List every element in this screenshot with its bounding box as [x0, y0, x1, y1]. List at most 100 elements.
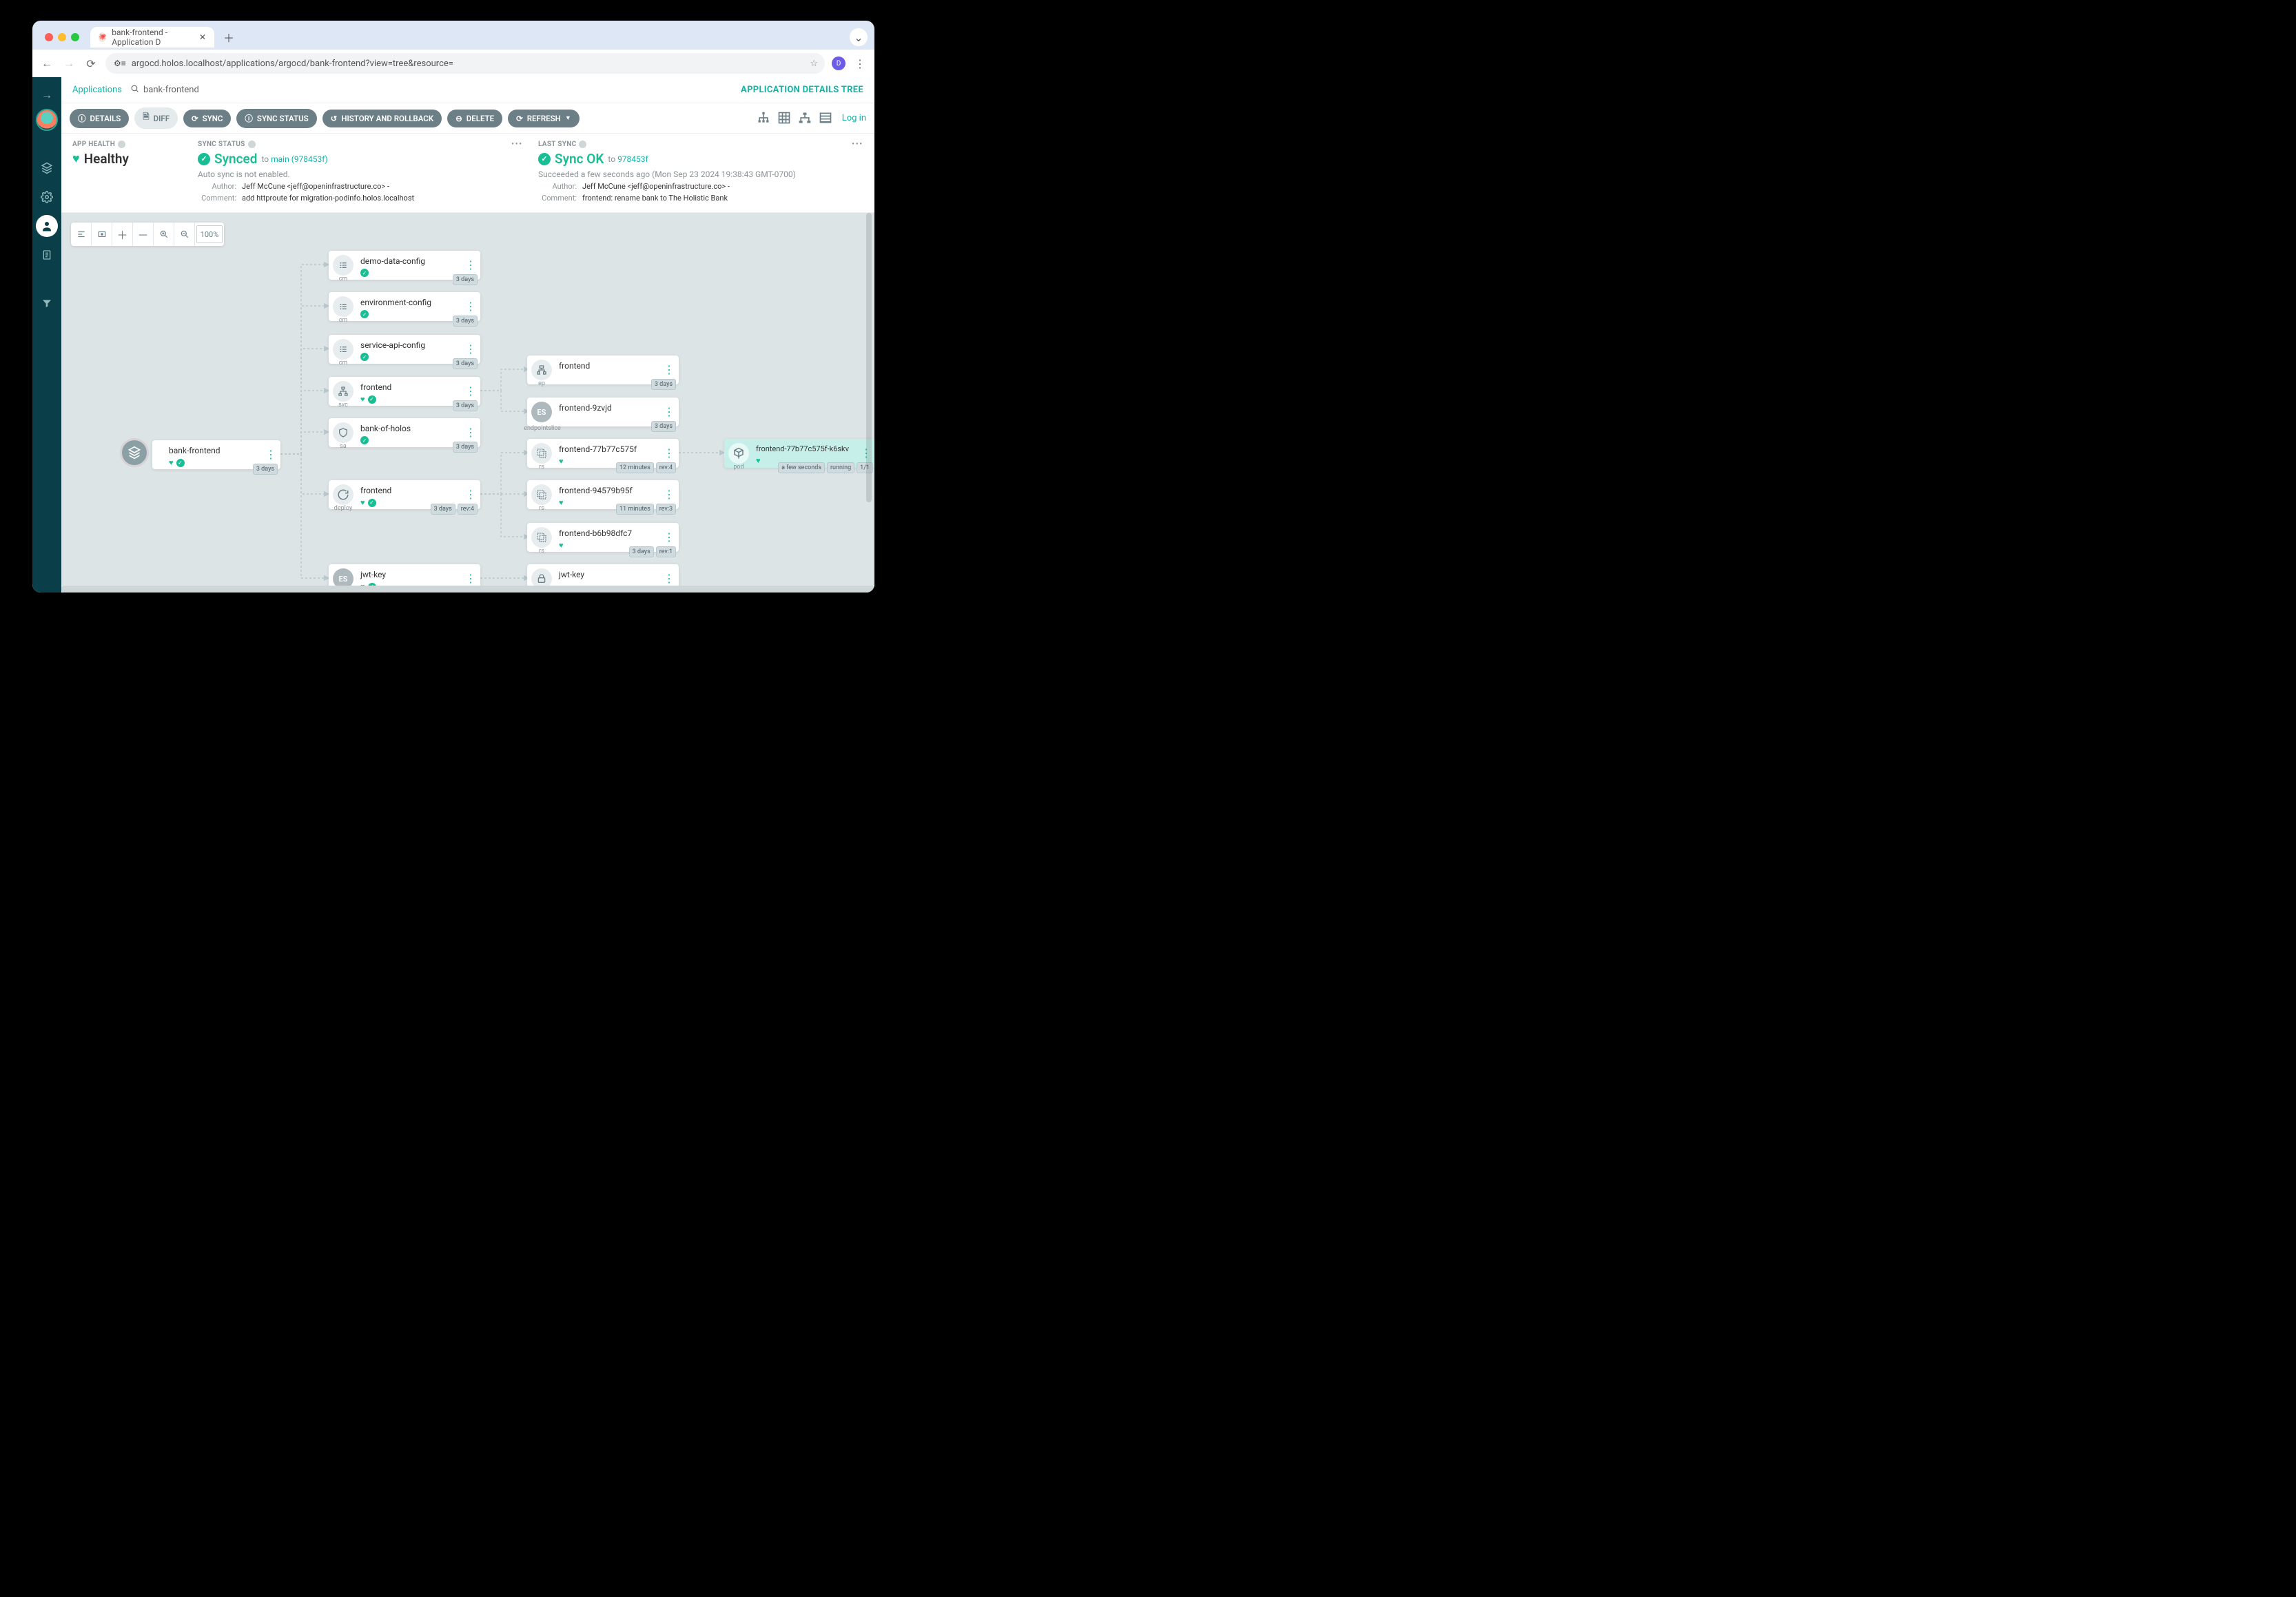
- node-service[interactable]: svc frontend♥✓ ⋮ 3 days: [329, 377, 480, 406]
- browser-tab[interactable]: 🐙 bank-frontend - Application D ✕: [90, 27, 214, 48]
- sync-status-button[interactable]: ⓘSYNC STATUS: [236, 109, 316, 128]
- zoom-out-lens-icon[interactable]: [174, 223, 195, 246]
- node-menu-icon[interactable]: ⋮: [664, 493, 675, 496]
- last-sync-panel: LAST SYNC••• ✓Sync OK to 978453f Succeed…: [538, 141, 863, 203]
- zoom-toolbar: ＋ － 100%: [71, 223, 224, 246]
- node-pod[interactable]: pod frontend-77b77c575f-k6skv♥ ⋮ a few s…: [724, 439, 874, 468]
- view-tree-icon[interactable]: [757, 111, 772, 126]
- action-toolbar: ⓘDETAILS 🗎DIFF ⟳SYNC ⓘSYNC STATUS ↺HISTO…: [61, 103, 874, 134]
- expand-sidenav-icon[interactable]: →: [41, 88, 52, 102]
- node-menu-icon[interactable]: ⋮: [664, 452, 675, 455]
- node-menu-icon[interactable]: ⋮: [465, 348, 476, 351]
- info-icon[interactable]: [248, 141, 256, 148]
- diff-button[interactable]: 🗎DIFF: [134, 107, 178, 129]
- heart-icon: ♥: [559, 498, 564, 507]
- node-menu-icon[interactable]: ⋮: [664, 577, 675, 580]
- node-menu-icon[interactable]: ⋮: [465, 264, 476, 267]
- check-icon: ✓: [538, 153, 551, 165]
- pod-icon: [728, 443, 749, 464]
- address-input[interactable]: ⚙︎≡ argocd.holos.localhost/applications/…: [105, 53, 825, 74]
- node-menu-icon[interactable]: ⋮: [664, 369, 675, 371]
- panel-menu-icon[interactable]: •••: [511, 141, 523, 148]
- last-sync-revision-link[interactable]: 978453f: [617, 154, 648, 164]
- zoom-out-button[interactable]: －: [133, 223, 154, 246]
- health-panel: APP HEALTH ♥Healthy: [72, 141, 183, 203]
- login-link[interactable]: Log in: [842, 113, 866, 123]
- refresh-button[interactable]: ⟳REFRESH▼: [508, 110, 580, 127]
- node-configmap[interactable]: cm demo-data-config✓ ⋮ 3 days: [329, 251, 480, 280]
- breadcrumb-root[interactable]: Applications: [72, 85, 122, 95]
- nav-filter-icon[interactable]: [36, 292, 58, 314]
- view-grid-icon[interactable]: [777, 111, 792, 126]
- check-icon: ✓: [198, 153, 210, 165]
- back-button[interactable]: ←: [39, 56, 54, 71]
- node-menu-icon[interactable]: ⋮: [664, 411, 675, 413]
- close-tab-icon[interactable]: ✕: [199, 32, 206, 42]
- node-serviceaccount[interactable]: sa bank-of-holos✓ ⋮ 3 days: [329, 418, 480, 447]
- nav-docs-icon[interactable]: [36, 244, 58, 266]
- breadcrumb-bar: Applications bank-frontend APPLICATION D…: [61, 77, 874, 103]
- forward-button[interactable]: →: [61, 56, 76, 71]
- node-menu-icon[interactable]: ⋮: [465, 305, 476, 308]
- panel-menu-icon[interactable]: •••: [852, 141, 863, 148]
- node-replicaset[interactable]: rs frontend-77b77c575f♥ ⋮ 12 minutesrev:…: [527, 439, 679, 468]
- horizontal-scrollbar[interactable]: [61, 586, 874, 593]
- info-icon[interactable]: [579, 141, 586, 148]
- node-menu-icon[interactable]: ⋮: [465, 431, 476, 434]
- history-button[interactable]: ↺HISTORY AND ROLLBACK: [322, 110, 442, 127]
- view-network-icon[interactable]: [798, 111, 813, 126]
- node-replicaset[interactable]: rs frontend-b6b98dfc7♥ ⋮ 3 daysrev:1: [527, 523, 679, 552]
- details-button[interactable]: ⓘDETAILS: [70, 109, 129, 128]
- sync-revision-link[interactable]: main (978453f): [271, 154, 328, 164]
- node-menu-icon[interactable]: ⋮: [465, 493, 476, 496]
- profile-avatar[interactable]: D: [832, 56, 845, 70]
- nav-user-icon[interactable]: [36, 215, 58, 237]
- synced-icon: ✓: [176, 459, 185, 467]
- url-text: argocd.holos.localhost/applications/argo…: [132, 59, 453, 69]
- bookmark-star-icon[interactable]: ☆: [810, 59, 818, 69]
- sync-button[interactable]: ⟳SYNC: [183, 110, 231, 127]
- endpoints-icon: [531, 360, 552, 380]
- zoom-in-button[interactable]: ＋: [112, 223, 133, 246]
- tabs-overflow-button[interactable]: ⌄: [850, 28, 868, 46]
- vertical-scrollbar[interactable]: [866, 213, 872, 593]
- node-menu-icon[interactable]: ⋮: [265, 453, 276, 456]
- site-settings-icon[interactable]: ⚙︎≡: [114, 59, 126, 68]
- search-icon: [130, 84, 139, 96]
- chrome-menu-icon[interactable]: ⋮: [852, 56, 868, 71]
- zoom-level[interactable]: 100%: [196, 225, 223, 243]
- fit-screen-icon[interactable]: [92, 223, 112, 246]
- node-menu-icon[interactable]: ⋮: [465, 390, 476, 393]
- new-tab-button[interactable]: ＋: [220, 28, 238, 46]
- window-controls: [45, 33, 79, 41]
- nav-applications-icon[interactable]: [36, 157, 58, 179]
- node-deployment[interactable]: deploy frontend♥✓ ⋮ 3 daysrev:4: [329, 480, 480, 509]
- zoom-in-lens-icon[interactable]: [154, 223, 174, 246]
- view-list-icon[interactable]: [819, 111, 834, 126]
- reload-button[interactable]: ⟳: [83, 56, 99, 71]
- node-replicaset[interactable]: rs frontend-94579b95f♥ ⋮ 11 minutesrev:3: [527, 480, 679, 509]
- node-menu-icon[interactable]: ⋮: [465, 577, 476, 580]
- info-icon[interactable]: [118, 141, 125, 148]
- chrome-address-bar: ← → ⟳ ⚙︎≡ argocd.holos.localhost/applica…: [32, 50, 874, 77]
- heart-icon: ♥: [360, 395, 365, 404]
- configmap-icon: [333, 339, 353, 360]
- node-configmap[interactable]: cm environment-config✓ ⋮ 3 days: [329, 292, 480, 321]
- close-window-button[interactable]: [45, 33, 53, 41]
- synced-icon: ✓: [368, 499, 376, 507]
- replicaset-icon: [531, 484, 552, 505]
- node-app-root[interactable]: bank-frontend ♥✓ ⋮ 3 days: [152, 440, 280, 469]
- heart-icon: ♥: [756, 456, 761, 465]
- tree-canvas[interactable]: ＋ － 100%: [61, 213, 874, 593]
- content: Applications bank-frontend APPLICATION D…: [61, 77, 874, 593]
- maximize-window-button[interactable]: [71, 33, 79, 41]
- delete-button[interactable]: ⊖DELETE: [447, 110, 502, 127]
- nav-settings-icon[interactable]: [36, 186, 58, 208]
- align-left-icon[interactable]: [71, 223, 92, 246]
- node-configmap[interactable]: cm service-api-config✓ ⋮ 3 days: [329, 335, 480, 364]
- node-endpointslice[interactable]: ES endpointslice frontend-9zvjd ⋮ 3 days: [527, 398, 679, 426]
- node-menu-icon[interactable]: ⋮: [664, 536, 675, 539]
- node-endpoints[interactable]: ep frontend ⋮ 3 days: [527, 356, 679, 384]
- app-body: → Applications: [32, 77, 874, 593]
- minimize-window-button[interactable]: [58, 33, 66, 41]
